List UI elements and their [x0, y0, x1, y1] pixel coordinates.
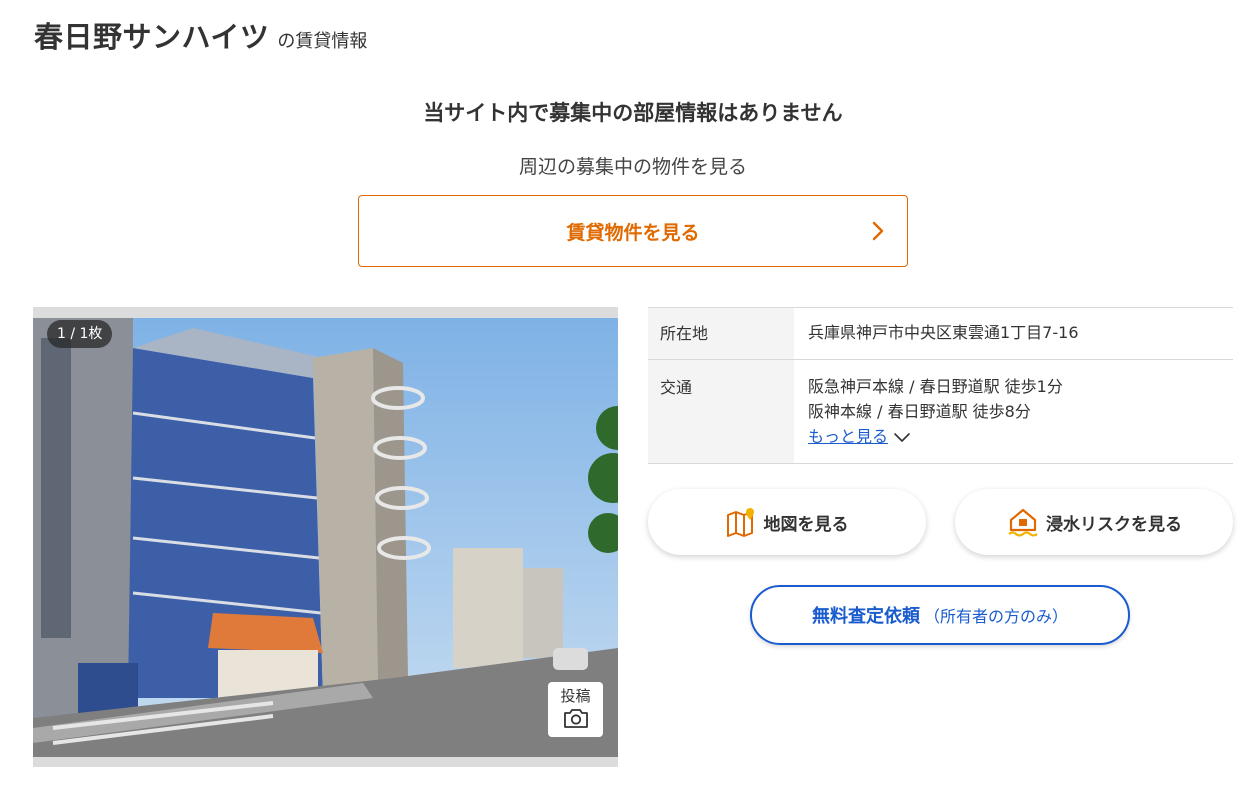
page-title: 春日野サンハイツ の賃貸情報 — [34, 14, 367, 56]
building-name: 春日野サンハイツ — [34, 20, 270, 54]
chevron-down-icon — [894, 432, 910, 442]
free-assessment-button[interactable]: 無料査定依頼 （所有者の方のみ） — [750, 585, 1130, 645]
address-value: 兵庫県神戸市中央区東雲通1丁目7-16 — [808, 323, 1079, 342]
access-line: 阪神本線 / 春日野道駅 徒歩8分 — [808, 402, 1031, 421]
access-label: 交通 — [648, 360, 794, 463]
assessment-note: （所有者の方のみ） — [923, 607, 1068, 626]
property-info-table: 所在地 兵庫県神戸市中央区東雲通1丁目7-16 交通 阪急神戸本線 / 春日野道… — [648, 307, 1233, 464]
nearby-listings-text: 周辺の募集中の物件を見る — [518, 156, 747, 178]
access-row: 交通 阪急神戸本線 / 春日野道駅 徒歩1分 阪神本線 / 春日野道駅 徒歩8分… — [648, 360, 1233, 464]
flood-risk-button[interactable]: 浸水リスクを見る — [955, 489, 1233, 555]
no-rooms-message: 当サイト内で募集中の部屋情報はありません — [423, 101, 843, 125]
house-flood-icon — [1008, 508, 1038, 537]
more-access-label[interactable]: もっと見る — [808, 424, 888, 449]
address-row: 所在地 兵庫県神戸市中央区東雲通1丁目7-16 — [648, 308, 1233, 360]
access-line: 阪急神戸本線 / 春日野道駅 徒歩1分 — [808, 377, 1063, 396]
flood-risk-label: 浸水リスクを見る — [1046, 514, 1182, 535]
more-access-link[interactable]: もっと見る — [808, 424, 1219, 449]
building-photo[interactable] — [33, 318, 618, 757]
chevron-right-icon — [872, 221, 884, 241]
view-map-label: 地図を見る — [763, 514, 849, 535]
post-photo-button[interactable]: 投稿 — [548, 682, 603, 737]
photo-counter: 1 / 1枚 — [47, 320, 113, 348]
camera-icon — [563, 709, 588, 728]
assessment-label: 無料査定依頼 — [811, 606, 920, 627]
view-map-button[interactable]: 地図を見る — [648, 489, 926, 555]
access-value: 阪急神戸本線 / 春日野道駅 徒歩1分 阪神本線 / 春日野道駅 徒歩8分 もっ… — [794, 360, 1233, 463]
map-icon — [726, 508, 754, 537]
page-subtitle: の賃貸情報 — [277, 31, 368, 52]
post-photo-label: 投稿 — [560, 687, 591, 705]
view-rentals-label: 賃貸物件を見る — [566, 221, 700, 244]
address-label: 所在地 — [648, 308, 794, 359]
view-rentals-button[interactable]: 賃貸物件を見る — [358, 195, 908, 267]
